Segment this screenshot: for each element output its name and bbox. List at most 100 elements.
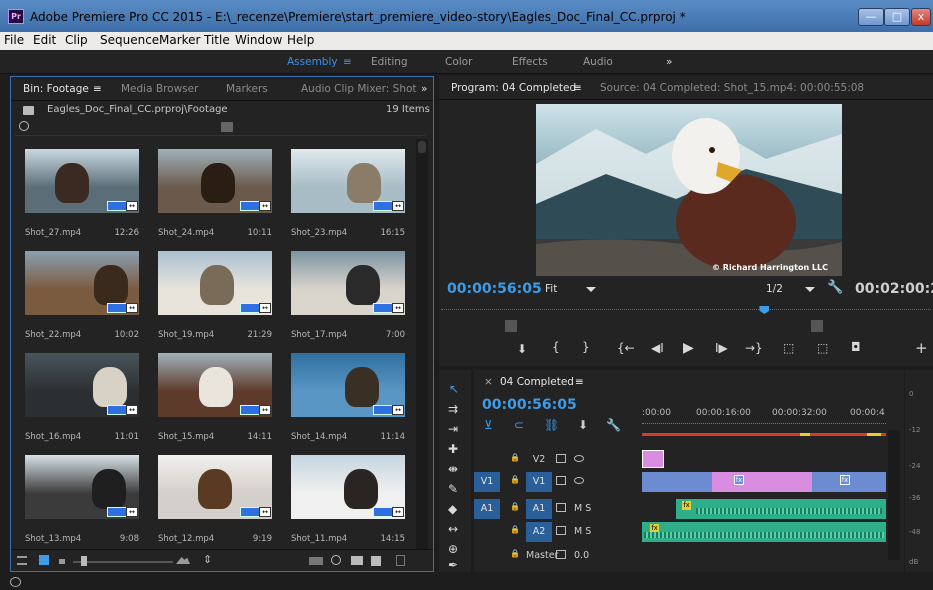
close-button[interactable]: x [911,8,931,26]
workspace-more-icon[interactable]: » [666,56,672,68]
sort-icon[interactable]: ⇕ [203,553,212,566]
linked-selection-icon[interactable]: ⛓ [544,418,559,432]
tab-menu-icon[interactable]: ≡ [93,83,102,95]
go-to-in-icon[interactable]: {← [617,341,635,355]
zoom-fit-select[interactable]: Fit [545,283,557,295]
timeline-settings-icon[interactable]: 🔧 [606,418,621,432]
workspace-editing[interactable]: Editing [371,56,408,68]
track-name[interactable]: A1 [526,499,552,519]
out-point-handle[interactable] [811,320,823,332]
timeline-scrollbar[interactable] [888,430,900,560]
timeline-timecode[interactable]: 00:00:56:05 [482,397,577,413]
clip-thumbnail[interactable]: ↔ [25,455,139,519]
tab-media-browser[interactable]: Media Browser [121,83,198,95]
new-search-bin-icon[interactable] [221,122,233,132]
minimize-button[interactable]: — [858,8,884,26]
clip-thumbnail[interactable]: ↔ [158,149,272,213]
track-controls-label[interactable]: M S [574,526,591,537]
toggle-output-eye-icon[interactable] [574,455,584,462]
mark-out-icon[interactable]: } [582,340,590,354]
tab-markers[interactable]: Markers [226,83,268,95]
lock-track-icon[interactable]: 🔒 [510,453,520,462]
export-frame-icon[interactable]: ◘ [851,340,861,354]
workspace-color[interactable]: Color [445,56,472,68]
clip-v2[interactable] [642,450,664,468]
ripple-edit-tool-icon[interactable]: ⇥ [448,422,458,436]
clip-thumbnail[interactable]: ↔ [25,251,139,315]
sequence-tab-menu-icon[interactable]: ≡ [575,376,584,388]
tab-bin-footage[interactable]: Bin: Footage [23,83,89,95]
go-to-out-icon[interactable]: →} [745,341,763,355]
razor-tool-icon[interactable]: ✎ [448,482,458,496]
menu-file[interactable]: File [4,33,24,47]
lock-track-icon[interactable]: 🔒 [510,525,520,534]
hand-tool-icon[interactable]: ⊕ [448,542,458,556]
program-tab-menu-icon[interactable]: ≡ [573,82,582,94]
slip-tool-icon[interactable]: ◆ [448,502,457,516]
clip-thumbnail[interactable]: ↔ [291,149,405,213]
sync-lock-icon[interactable] [556,454,566,463]
snap-icon[interactable]: ⊂ [514,418,524,432]
resolution-select[interactable]: 1/2 [766,283,783,295]
zoom-dropdown-icon[interactable] [586,287,596,292]
slide-tool-icon[interactable]: ↔ [448,522,458,536]
workspace-audio[interactable]: Audio [583,56,613,68]
button-editor-plus-icon[interactable]: + [915,339,928,357]
track-target-toggle[interactable] [474,450,500,470]
lock-track-icon[interactable]: 🔒 [510,475,520,484]
rate-stretch-tool-icon[interactable]: ⇼ [448,462,458,476]
find-icon[interactable] [331,555,341,565]
track-select-tool-icon[interactable]: ⇉ [448,402,458,416]
clip-thumbnail[interactable]: ↔ [158,353,272,417]
step-back-icon[interactable]: ◀I [651,341,664,355]
insert-nest-icon[interactable]: ⊻ [484,418,493,432]
track-controls-label[interactable]: M S [574,503,591,514]
play-icon[interactable]: ▶ [683,340,694,356]
resolution-dropdown-icon[interactable] [805,287,815,292]
menu-window[interactable]: Window [235,33,282,47]
menu-clip[interactable]: Clip [65,33,88,47]
tab-audio-clip-mixer[interactable]: Audio Clip Mixer: Shot [301,83,417,95]
track-target-toggle[interactable] [474,522,500,542]
track-name[interactable]: V2 [526,450,552,470]
clip-thumbnail[interactable]: ↔ [25,149,139,213]
panel-more-icon[interactable]: » [421,83,427,95]
menu-sequence[interactable]: Sequence [100,33,159,47]
list-view-icon[interactable] [17,556,27,565]
program-time-ruler[interactable] [441,309,931,317]
sync-lock-icon[interactable] [556,526,566,535]
timeline-ruler[interactable] [642,423,886,429]
icon-view-icon[interactable] [39,555,49,565]
clip-track-a2[interactable]: fx [642,522,886,542]
lift-icon[interactable]: ⬚ [783,341,794,355]
pen-tool-icon[interactable]: ✒ [448,558,458,572]
settings-wrench-icon[interactable]: 🔧 [827,280,843,295]
sync-lock-icon[interactable] [556,503,566,512]
workspace-assembly[interactable]: Assembly [287,56,338,68]
selection-tool-icon[interactable]: ↖ [449,382,459,396]
track-name[interactable]: Master [526,546,558,566]
track-target-toggle[interactable]: A1 [474,499,500,519]
clip-thumbnail[interactable]: ↔ [25,353,139,417]
close-sequence-icon[interactable]: × [484,376,493,388]
clip-thumbnail[interactable]: ↔ [291,353,405,417]
mark-in-icon[interactable]: { [552,340,560,354]
automate-to-sequence-icon[interactable] [309,557,323,565]
program-video-frame[interactable]: © Richard Harrington LLC [536,104,842,276]
add-marker-icon[interactable]: ⬇ [517,342,527,356]
toggle-output-eye-icon[interactable] [574,477,584,484]
clip-thumbnail[interactable]: ↔ [291,251,405,315]
tab-source[interactable]: Source: 04 Completed: Shot_15.mp4: 00:00… [600,82,864,94]
workspace-effects[interactable]: Effects [512,56,548,68]
sync-lock-icon[interactable] [556,550,566,559]
bin-scrollbar[interactable] [416,139,428,549]
zoom-in-icon[interactable] [176,557,190,564]
track-target-toggle[interactable] [474,546,500,566]
creative-cloud-icon[interactable] [10,577,21,587]
maximize-button[interactable]: □ [884,8,910,26]
zoom-out-icon[interactable] [59,559,65,564]
step-forward-icon[interactable]: I▶ [715,341,728,355]
add-marker-timeline-icon[interactable]: ⬇ [578,418,588,432]
rolling-edit-tool-icon[interactable]: ✚ [448,442,458,456]
workspace-menu-icon[interactable]: ≡ [343,56,352,68]
